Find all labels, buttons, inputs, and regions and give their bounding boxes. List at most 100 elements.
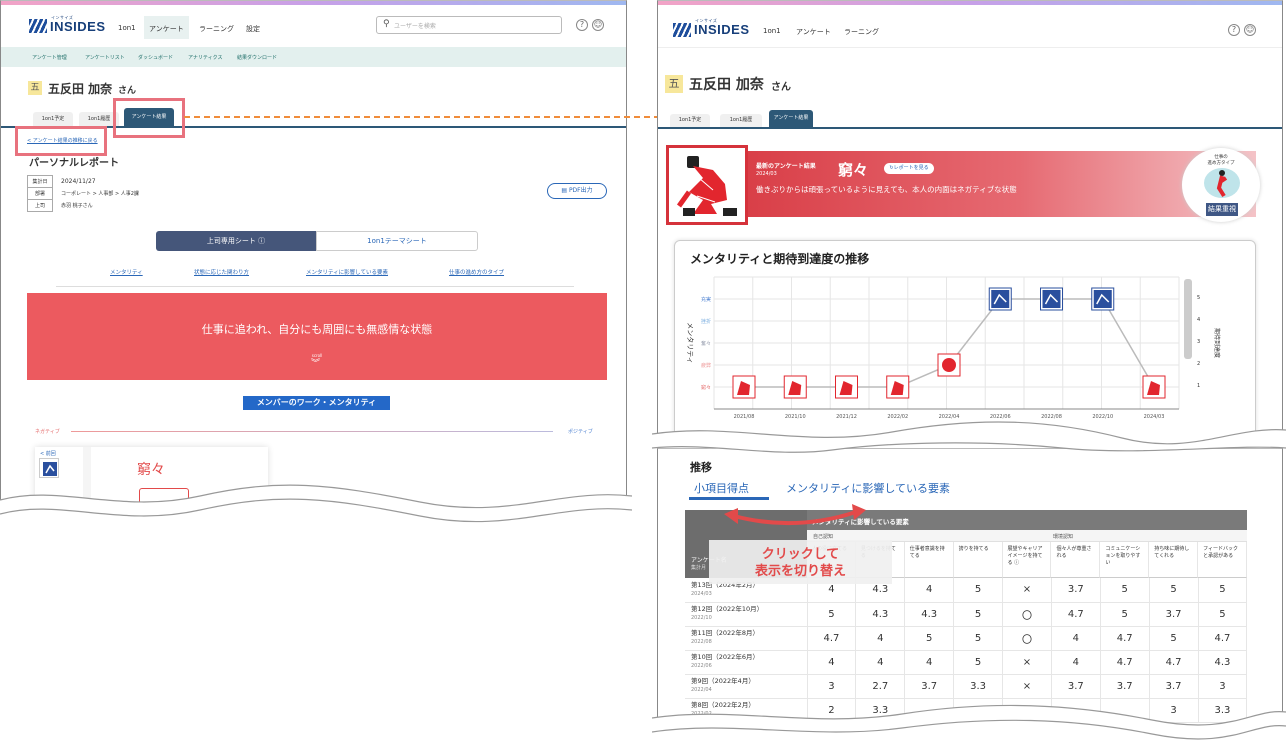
table-cell: 4.3 [855,602,906,627]
work-type-value: 結果重視 [1206,203,1238,216]
tab-underline [658,127,1282,129]
pdf-button[interactable]: ▤ PDF出力 [547,183,607,199]
table-cell: 4 [855,650,906,675]
y2-tick-label: 2 [1197,361,1200,367]
y2-tick-label: 5 [1197,295,1200,301]
anchor-factors[interactable]: メンタリティに影響している要素 [306,268,388,276]
axis-negative: ネガティブ [35,429,60,435]
table-cell: × [1002,578,1052,603]
tab-1on1-theme-sheet[interactable]: 1on1テーマシート [316,231,478,251]
table-cell: 5 [807,602,857,627]
table-cell: 5 [953,626,1003,651]
report-button[interactable]: ↻レポートを見る [884,163,934,174]
section-label: メンバーのワーク・メンタリティ [243,396,390,410]
tab-factors[interactable]: メンタリティに影響している要素 [786,480,950,496]
table-cell: 4.7 [1051,602,1101,627]
table-cell: 3.7 [1051,578,1101,603]
latest-label: 最新のアンケート結果 [756,163,816,170]
table-cell: 4 [904,650,955,675]
chevron-down-icon[interactable]: ︾ [311,356,320,369]
info-value: コーポレート > 人事部 > 人事2課 [61,191,139,197]
data-point-icon [991,290,1010,308]
column-header: コミュニケーションを取りやすい [1100,542,1150,578]
subnav-analytics[interactable]: アナリティクス [188,54,222,61]
pdf-label: PDF出力 [568,187,593,194]
subnav-download[interactable]: 結果ダウンロード [237,54,277,61]
table-cell: 4.7 [1198,626,1248,651]
logo[interactable]: INSIDES [50,19,106,34]
tab-1on1-schedule[interactable]: 1on1予定 [33,112,73,126]
help-icon[interactable]: ? [576,19,588,31]
table-cell: 5 [1198,602,1248,627]
table-cell: 5 [1149,578,1199,603]
subnav-survey-management[interactable]: アンケート管理 [32,54,67,61]
table-cell: 4 [807,650,857,675]
anchor-approach[interactable]: 状態に応じた関わり方 [194,268,249,276]
table-row: 第11回（2022年8月） 2022/08 4.7 4 5 5 〇 4 4.7 5 4.7 [685,626,1248,651]
column-header: 個々人が尊重される [1051,542,1101,578]
table-cell: 3.7 [1051,674,1101,699]
nav-learning[interactable]: ラーニング [844,27,879,37]
search-placeholder: ユーザーを検索 [394,23,436,30]
axis-line [71,431,553,432]
table-cell: 5 [953,578,1003,603]
info-value: 2024/11/27 [61,178,96,185]
tab-1on1-schedule[interactable]: 1on1予定 [670,114,710,127]
table-cell: 3.7 [1100,674,1150,699]
subnav-survey-list[interactable]: アンケートリスト [85,54,125,61]
nav-survey[interactable]: アンケート [149,24,184,34]
user-icon[interactable]: ☺ [1244,24,1256,36]
data-point-icon [1093,290,1112,308]
nav-1on1[interactable]: 1on1 [763,27,781,35]
y-tick-label: 奮々 [701,340,711,347]
anchor-mentality[interactable]: メンタリティ [110,268,143,276]
torn-edge-right-top [652,421,1286,454]
row-survey-name: 第12回（2022年10月） [691,605,764,613]
callout-arrow [724,504,866,526]
tab-subitem-scores[interactable]: 小項目得点 [694,480,749,496]
table-cell: × [1002,674,1052,699]
y-tick-label: 充実 [701,296,711,303]
row-date: 2022/06 [691,663,712,669]
table-cell: 4.3 [904,602,955,627]
table-cell: 5 [1100,578,1150,603]
table-cell: 3.3 [953,674,1003,699]
table-cell: 4.7 [807,626,857,651]
avatar: 五 [28,81,42,95]
row-survey-name: 第9回（2022年4月） [691,677,755,685]
header-divider [658,47,1282,48]
column-header: 仕事者意識を持てる [904,542,954,578]
report-button-label: レポートを見る [893,165,929,171]
row-survey-name: 第10回（2022年6月） [691,653,759,661]
row-date: 2022/10 [691,615,712,621]
info-label: 部署 [27,187,53,200]
nav-learning[interactable]: ラーニング [199,24,234,34]
torn-edge-left [0,484,632,538]
work-type-badge[interactable]: 仕事の 進め方タイプ 結果重視 [1182,148,1260,222]
nav-survey[interactable]: アンケート [796,27,831,37]
table-cell: 3.7 [1149,674,1199,699]
col-first-sub: 集計月 [691,565,707,571]
info-table: 集計日 2024/11/27 部署 コーポレート > 人事部 > 人事2課 上司 赤羽… [27,175,140,212]
card-prev-link[interactable]: < 前回 [40,450,56,457]
logo[interactable]: INSIDES [694,22,750,37]
row-name: 第12回（2022年10月） 2022/10 [685,602,808,627]
table-cell: 5 [953,650,1003,675]
nav-settings[interactable]: 設定 [246,24,260,34]
y-axis-title: メンタリティ [686,322,695,364]
table-cell: 5 [953,602,1003,627]
tab-1on1-history[interactable]: 1on1履歴 [720,114,762,127]
tab-manager-sheet[interactable]: 上司専用シート ⓘ [156,231,316,251]
top-gradient-bar [658,1,1282,5]
torn-edge-right-bottom [652,704,1286,740]
subnav-dashboard[interactable]: ダッシュボード [138,54,173,61]
anchor-work-type[interactable]: 仕事の進め方のタイプ [449,268,504,276]
user-suffix: さん [771,82,791,93]
table-cell: 3.7 [904,674,955,699]
tab-survey-results[interactable]: アンケート結果 [769,110,813,127]
y-tick-label: 疲弊 [701,362,711,369]
user-icon[interactable]: ☺ [592,19,604,31]
help-icon[interactable]: ? [1228,24,1240,36]
search-input[interactable]: ⚲ ユーザーを検索 [376,16,562,34]
nav-1on1[interactable]: 1on1 [118,24,136,32]
